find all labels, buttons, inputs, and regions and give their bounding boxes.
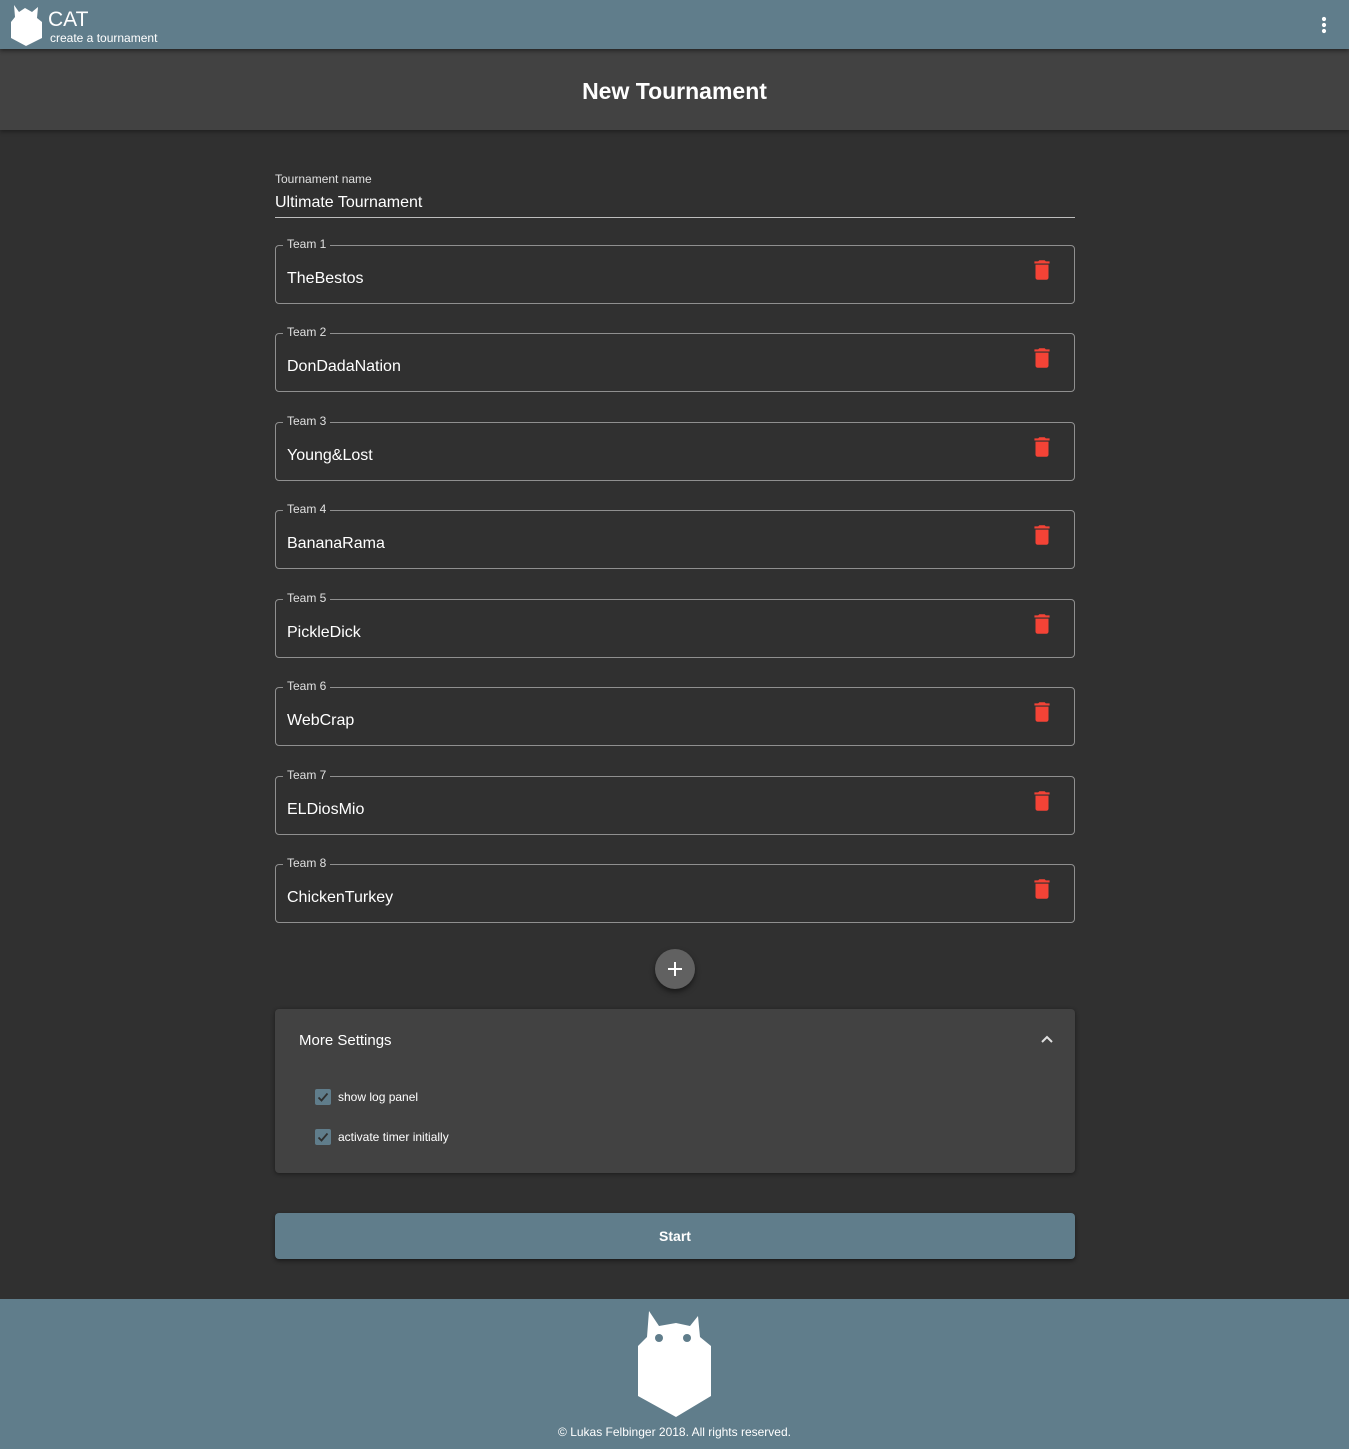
team-name-input[interactable] [287, 711, 1007, 731]
trash-icon[interactable] [1029, 611, 1055, 637]
trash-icon[interactable] [1029, 257, 1055, 283]
team-label: Team 7 [283, 768, 331, 782]
check-icon [317, 1092, 329, 1102]
trash-icon[interactable] [1029, 699, 1055, 725]
more-vert-icon[interactable] [1312, 13, 1336, 37]
team-name-input[interactable] [287, 888, 1007, 908]
more-settings-panel: More Settings show log panel activate ti… [275, 1009, 1075, 1173]
team-label: Team 6 [283, 679, 331, 693]
team-field: Team 7 [275, 768, 1075, 835]
show-log-panel-label: show log panel [338, 1090, 419, 1104]
team-name-input[interactable] [287, 534, 1007, 554]
cat-logo-icon [638, 1311, 711, 1417]
tournament-name-label: Tournament name [275, 172, 372, 186]
plus-icon [668, 962, 682, 976]
app-title: CAT [48, 8, 89, 31]
trash-icon[interactable] [1029, 434, 1055, 460]
trash-icon[interactable] [1029, 788, 1055, 814]
tournament-name-field: Tournament name [275, 170, 1075, 219]
team-label: Team 1 [283, 237, 331, 251]
start-button[interactable]: Start [275, 1213, 1075, 1259]
team-label: Team 5 [283, 591, 331, 605]
tournament-name-underline [275, 217, 1075, 218]
trash-icon[interactable] [1029, 345, 1055, 371]
chevron-up-icon[interactable] [1037, 1029, 1057, 1049]
check-icon [317, 1132, 329, 1142]
team-name-input[interactable] [287, 269, 1007, 289]
team-name-input[interactable] [287, 357, 1007, 377]
team-label: Team 2 [283, 325, 331, 339]
team-field: Team 8 [275, 856, 1075, 923]
team-field: Team 1 [275, 237, 1075, 304]
team-name-input[interactable] [287, 800, 1007, 820]
team-label: Team 3 [283, 414, 331, 428]
team-name-input[interactable] [287, 623, 1007, 643]
team-label: Team 8 [283, 856, 331, 870]
team-field: Team 2 [275, 325, 1075, 392]
team-label: Team 4 [283, 502, 331, 516]
team-field: Team 6 [275, 679, 1075, 746]
activate-timer-label: activate timer initially [338, 1130, 449, 1144]
team-name-input[interactable] [287, 446, 1007, 466]
app-subtitle: create a tournament [50, 31, 158, 45]
page-title: New Tournament [582, 78, 767, 104]
copyright-text: © Lukas Felbinger 2018. All rights reser… [558, 1425, 791, 1439]
team-field: Team 5 [275, 591, 1075, 658]
cat-logo-icon[interactable] [11, 4, 42, 46]
add-team-button[interactable] [655, 949, 695, 989]
trash-icon[interactable] [1029, 522, 1055, 548]
tournament-name-input[interactable] [275, 192, 1075, 214]
footer: © Lukas Felbinger 2018. All rights reser… [0, 1299, 1349, 1449]
show-log-panel-checkbox[interactable] [315, 1089, 331, 1105]
team-field: Team 3 [275, 414, 1075, 481]
more-settings-title[interactable]: More Settings [299, 1032, 392, 1050]
page-header: New Tournament [0, 49, 1349, 130]
app-bar: CAT create a tournament [0, 0, 1349, 49]
team-field: Team 4 [275, 502, 1075, 569]
activate-timer-checkbox[interactable] [315, 1129, 331, 1145]
trash-icon[interactable] [1029, 876, 1055, 902]
